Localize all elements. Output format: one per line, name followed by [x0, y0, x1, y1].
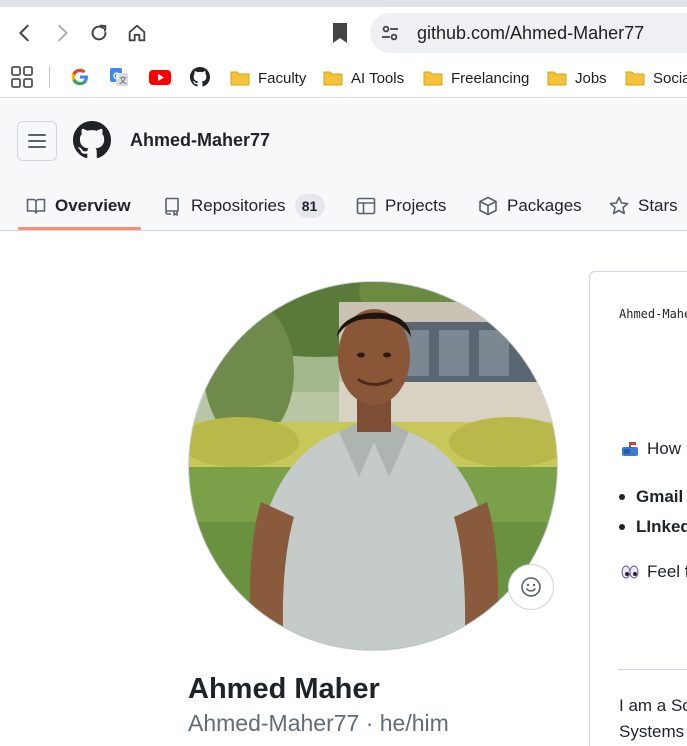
youtube-icon[interactable] [149, 67, 171, 87]
window-top-strip [0, 0, 687, 7]
github-bookmark-icon[interactable] [190, 67, 210, 87]
github-header: Ahmed-Maher77 Overview Repositories 81 P… [0, 99, 687, 231]
reload-button[interactable] [86, 20, 112, 46]
repositories-count-badge: 81 [294, 194, 325, 218]
tab-label: Stars [638, 196, 678, 215]
readme-title: Ahmed-Maher77 [619, 307, 687, 321]
bookmarks-separator [49, 66, 50, 88]
home-button[interactable] [124, 20, 150, 46]
star-icon [609, 196, 629, 215]
folder-icon [547, 71, 567, 86]
home-icon [128, 24, 146, 42]
readme-linkedin-link[interactable]: LInkedIn [619, 517, 687, 537]
bookmark-folder-freelancing[interactable]: Freelancing [423, 65, 529, 91]
readme-gmail-link[interactable]: Gmail [618, 487, 683, 507]
google-icon[interactable] [70, 67, 90, 87]
readme-feel-text: Feel free [647, 562, 687, 581]
eyes-icon [621, 565, 639, 579]
readme-feel-line: Feel free [621, 562, 687, 582]
profile-username-pronouns: Ahmed-Maher77 · he/him [188, 710, 449, 736]
google-translate-icon[interactable]: G 文 [109, 67, 129, 87]
github-logo-icon[interactable] [73, 121, 111, 159]
readme-bio-paragraph: I am a Software Systems [619, 693, 687, 745]
readme-bio-line-2: Systems [619, 722, 685, 741]
browser-toolbar: github.com/Ahmed-Maher77 [0, 7, 687, 58]
forward-arrow-icon [58, 24, 68, 42]
profile-avatar[interactable] [188, 281, 558, 651]
forward-button[interactable] [49, 20, 75, 46]
header-username-link[interactable]: Ahmed-Maher77 [130, 130, 270, 151]
bookmark-label: Jobs [575, 69, 607, 87]
set-status-button[interactable] [508, 564, 554, 610]
bookmark-label: AI Tools [351, 69, 405, 87]
open-global-navigation-button[interactable] [17, 121, 57, 161]
active-tab-underline [18, 227, 141, 230]
table-icon [356, 197, 376, 215]
bookmark-folder-social[interactable]: Social [625, 65, 687, 91]
tab-repositories[interactable]: Repositories 81 [162, 181, 325, 231]
folder-icon [625, 71, 645, 86]
readme-divider [618, 669, 687, 670]
reload-icon [91, 24, 107, 41]
tab-overview[interactable]: Overview [26, 181, 131, 231]
bookmark-label: Social [653, 69, 687, 87]
folder-icon [230, 71, 250, 86]
tab-projects[interactable]: Projects [356, 181, 446, 231]
back-arrow-icon [19, 24, 29, 42]
package-icon [479, 196, 497, 216]
svg-text:文: 文 [119, 75, 127, 85]
bookmark-folder-jobs[interactable]: Jobs [547, 65, 607, 91]
site-settings-icon[interactable] [380, 23, 400, 43]
readme-how-text: How [647, 439, 682, 458]
tab-label: Repositories [191, 196, 286, 215]
profile-tabs: Overview Repositories 81 Projects Packag… [0, 181, 687, 231]
bookmark-filled-icon [333, 23, 347, 43]
tab-label: Overview [55, 196, 131, 215]
readme-bio-line-1: I am a Software [619, 696, 687, 715]
mailbox-icon [622, 442, 638, 456]
bookmark-page-button[interactable] [328, 19, 352, 47]
bookmark-label: Faculty [258, 69, 307, 87]
readme-how-line: How [621, 439, 681, 459]
tab-label: Projects [385, 196, 447, 215]
tab-stars[interactable]: Stars [609, 181, 678, 231]
back-button[interactable] [12, 20, 38, 46]
avatar-photo [189, 282, 557, 650]
tab-packages[interactable]: Packages [478, 181, 582, 231]
folder-icon [323, 71, 343, 86]
profile-readme-card: Ahmed-Maher77 How Gmail LInkedIn Feel fr… [589, 271, 687, 746]
profile-full-name: Ahmed Maher [188, 673, 380, 705]
repo-icon [165, 197, 179, 216]
address-bar[interactable]: github.com/Ahmed-Maher77 [370, 13, 687, 53]
tab-label: Packages [507, 196, 582, 215]
bookmark-folder-faculty[interactable]: Faculty [230, 65, 306, 91]
apps-grid-icon[interactable] [11, 66, 33, 88]
url-text: github.com/Ahmed-Maher77 [417, 23, 645, 43]
bookmarks-bar: G 文 Faculty AI Tools Freelancing Jobs So… [0, 58, 687, 98]
bookmark-folder-ai-tools[interactable]: AI Tools [323, 65, 404, 91]
smiley-icon [521, 577, 541, 597]
hamburger-menu-icon [28, 134, 46, 148]
book-icon [26, 198, 46, 214]
bookmark-label: Freelancing [451, 69, 530, 87]
folder-icon [423, 71, 443, 86]
